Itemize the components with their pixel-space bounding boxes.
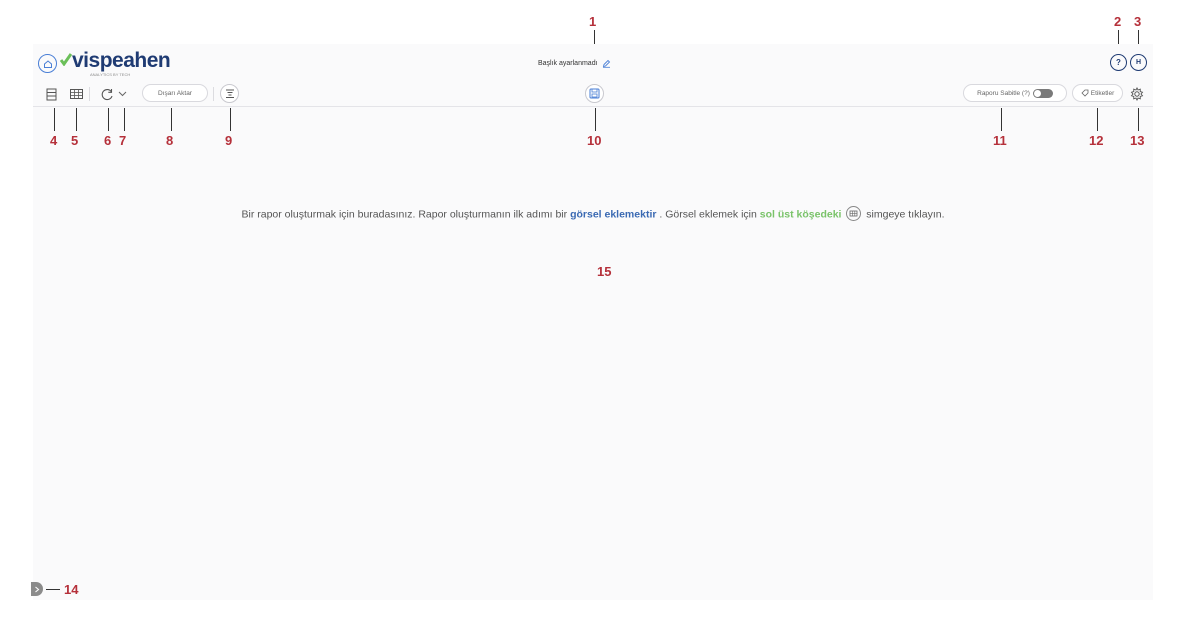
annotation-14: 14 [64, 582, 79, 597]
annotation-6: 6 [104, 133, 112, 148]
report-title-area[interactable]: Başlık ayarlanmadı [538, 59, 611, 68]
refresh-button[interactable] [98, 85, 116, 103]
pin-report-label: Raporu Sabitle (?) [977, 89, 1030, 97]
brand-logo: vispeahen ANALYTICS BY TECH [60, 49, 171, 77]
annotation-6-line [108, 108, 109, 131]
filter-button[interactable] [220, 84, 239, 103]
logo-text: vispeahen [72, 49, 171, 72]
chevron-right-icon [35, 586, 40, 592]
refresh-options-dropdown[interactable] [116, 85, 128, 103]
refresh-icon [101, 88, 113, 100]
screenshot-stage: 1 2 3 vispeahen ANALYTICS BY TECH Başlık… [0, 0, 1184, 638]
top-bar: vispeahen ANALYTICS BY TECH Başlık ayarl… [33, 44, 1153, 81]
pin-report-toggle[interactable]: Raporu Sabitle (?) [963, 84, 1067, 102]
chevron-down-icon [118, 91, 126, 97]
report-title: Başlık ayarlanmadı [538, 60, 598, 67]
gear-icon [1130, 87, 1144, 101]
table-view-icon [69, 89, 83, 99]
settings-button[interactable] [1128, 85, 1146, 103]
annotation-2: 2 [1114, 14, 1122, 29]
annotation-5: 5 [71, 133, 79, 148]
export-button[interactable]: Dışarı Aktar [142, 84, 208, 102]
annotation-10-line [595, 108, 596, 131]
annotation-3: 3 [1134, 14, 1142, 29]
table-view-inline-icon [846, 206, 862, 221]
annotation-8: 8 [166, 133, 174, 148]
tags-button[interactable]: Etiketler [1072, 84, 1123, 102]
tag-icon [1081, 89, 1089, 97]
annotation-15: 15 [597, 264, 612, 279]
table-view-button[interactable] [67, 85, 85, 103]
annotation-13: 13 [1130, 133, 1145, 148]
app-window: vispeahen ANALYTICS BY TECH Başlık ayarl… [33, 44, 1153, 600]
logo-mark-icon [60, 53, 72, 66]
annotation-5-line [76, 108, 77, 131]
filter-icon [225, 89, 234, 98]
home-icon [43, 59, 52, 68]
pin-report-switch[interactable] [1032, 88, 1053, 98]
edit-pencil-icon[interactable] [602, 59, 611, 68]
empty-report-message: Bir rapor oluşturmak için buradasınız. R… [33, 206, 1153, 222]
save-icon [589, 88, 600, 99]
help-button[interactable]: ? [1110, 54, 1127, 71]
message-text-3: simgeye tıklayın. [863, 208, 945, 221]
annotation-13-line [1138, 108, 1139, 131]
annotation-9-line [230, 108, 231, 131]
home-button[interactable] [38, 54, 57, 73]
message-text-1: Bir rapor oluşturmak için buradasınız. R… [241, 208, 571, 221]
user-avatar[interactable]: H [1130, 54, 1147, 71]
annotation-11: 11 [993, 133, 1007, 148]
list-view-icon [46, 88, 56, 100]
toolbar-divider [213, 87, 214, 101]
annotation-14-line [46, 589, 60, 590]
annotation-8-line [171, 108, 172, 131]
annotation-4-line [54, 108, 55, 131]
annotation-10: 10 [587, 133, 602, 148]
annotation-7-line [124, 108, 125, 131]
logo-tagline: ANALYTICS BY TECH [90, 72, 131, 77]
save-button[interactable] [585, 84, 604, 103]
tags-label: Etiketler [1090, 89, 1115, 97]
annotation-4: 4 [50, 133, 58, 148]
annotation-1: 1 [589, 14, 597, 29]
annotation-7: 7 [119, 133, 127, 148]
toolbar-divider [89, 87, 90, 101]
message-highlight-top-left: sol üst köşedeki [759, 208, 842, 221]
annotation-11-line [1001, 108, 1002, 131]
annotation-9: 9 [225, 133, 233, 148]
annotation-12-line [1097, 108, 1098, 131]
report-toolbar: Dışarı Aktar Raporu Sabitle (?) Etiketle… [33, 81, 1153, 107]
message-highlight-add-visual: görsel eklemektir [570, 208, 657, 221]
list-view-button[interactable] [42, 85, 60, 103]
message-text-2: . Görsel eklemek için [656, 208, 760, 221]
annotation-12: 12 [1089, 133, 1104, 148]
